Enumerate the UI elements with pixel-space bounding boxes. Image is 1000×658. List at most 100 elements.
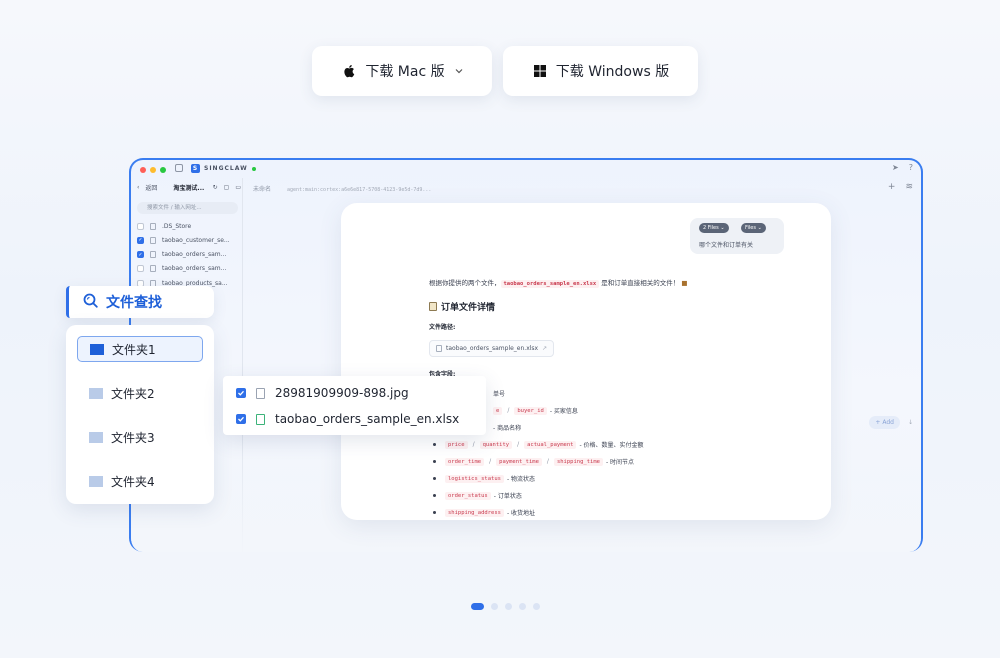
download-windows-label: 下载 Windows 版 <box>555 64 670 80</box>
sidebar-file-item[interactable]: ✓ taobao_customer_se... <box>137 234 241 246</box>
brand-logo-icon: S <box>191 164 200 173</box>
field-description: - 买家信息 <box>549 408 578 415</box>
section-title: 订单文件详情 <box>429 300 495 313</box>
sidebar-toggle-icon[interactable] <box>175 164 183 172</box>
field-description: - 订单状态 <box>493 493 522 500</box>
search-icon <box>83 293 98 312</box>
pagination-dot[interactable] <box>471 603 484 610</box>
folder-item[interactable]: 文件夹3 <box>77 424 203 450</box>
brand-name: SINGCLAW <box>204 165 248 172</box>
floating-actions: + Add ↓ <box>869 416 913 429</box>
selected-file-item[interactable]: 28981909909-898.jpg <box>236 385 409 401</box>
folder-title: 淘宝测试... <box>173 185 205 192</box>
path-label: 文件路径: <box>429 324 456 331</box>
pagination-dot[interactable] <box>519 603 526 610</box>
field-list-item: order_status - 订单状态 <box>433 491 522 500</box>
pagination-dot[interactable] <box>491 603 498 610</box>
user-question: 哪个文件和订单有关 <box>699 242 754 249</box>
selected-file-name: 28981909909-898.jpg <box>275 386 409 400</box>
back-chevron-icon[interactable]: ‹ <box>137 184 139 191</box>
file-checkbox[interactable] <box>137 222 144 230</box>
file-checkbox[interactable]: ✓ <box>137 236 144 244</box>
close-window-icon[interactable] <box>140 167 146 173</box>
apple-icon <box>341 63 357 79</box>
add-button[interactable]: + Add <box>869 416 900 429</box>
field-code: price <box>445 440 468 449</box>
attached-files-chip[interactable]: 2 Files ⌄ <box>699 223 729 233</box>
maximize-window-icon[interactable] <box>160 167 166 173</box>
layers-icon[interactable]: ≋ <box>905 182 913 192</box>
field-list-item: order_time / payment_time / shipping_time - 时… <box>433 457 634 466</box>
files-chip[interactable]: Files ⌄ <box>741 223 766 233</box>
field-description: - 商品名称 <box>493 425 522 432</box>
folder-name: 文件夹2 <box>111 386 155 401</box>
windows-icon <box>532 63 548 79</box>
folder-item[interactable]: 文件夹1 <box>77 336 203 362</box>
field-code: logistics_status <box>445 474 504 483</box>
spreadsheet-file-icon <box>256 413 265 425</box>
file-search-label: 文件查找 <box>106 295 162 311</box>
selected-file-checkbox[interactable] <box>236 414 246 424</box>
folder-icon <box>90 343 104 355</box>
new-folder-icon[interactable]: ▭ <box>235 184 241 191</box>
brand: S SINGCLAW <box>191 164 256 173</box>
sidebar-file-item[interactable]: .DS_Store <box>137 220 241 232</box>
field-code: shipping_address <box>445 508 504 517</box>
selected-file-item[interactable]: taobao_orders_sample_en.xlsx <box>236 411 459 427</box>
main-header-actions: + ≋ <box>888 182 913 192</box>
field-code: quantity <box>479 440 513 449</box>
file-icon <box>150 222 156 230</box>
file-icon <box>150 251 156 259</box>
selected-file-checkbox[interactable] <box>236 388 246 398</box>
folder-item[interactable]: 文件夹2 <box>77 380 203 406</box>
field-code: e <box>493 406 503 415</box>
agent-id: agent:main:cortex:a6e6e817-5708-4123-9e5… <box>286 187 432 193</box>
tab-title[interactable]: 未命名 <box>253 186 271 193</box>
pagination-dot[interactable] <box>505 603 512 610</box>
add-tab-icon[interactable]: + <box>888 182 896 192</box>
field-description: 单号 <box>493 391 506 398</box>
folder-item[interactable]: 文件夹4 <box>77 468 203 494</box>
back-button[interactable]: 返回 <box>145 183 157 192</box>
folder-name: 文件夹1 <box>112 342 156 357</box>
reply-intro: 根据你提供的两个文件， taobao_orders_sample_en.xlsx … <box>429 279 688 288</box>
field-list-item: - 商品名称 <box>481 423 521 432</box>
field-code: buyer_id <box>514 406 547 415</box>
folder-icon <box>89 431 103 443</box>
reply-file-code: taobao_orders_sample_en.xlsx <box>500 280 600 288</box>
package-icon: ■ <box>681 279 688 287</box>
scroll-down-icon[interactable]: ↓ <box>908 419 913 426</box>
sidebar-search-input[interactable]: 搜索文件 / 输入网址... <box>137 202 238 214</box>
folder-name: 文件夹3 <box>111 430 155 445</box>
sidebar-file-name: .DS_Store <box>162 222 192 230</box>
field-list-item: e / buyer_id - 买家信息 <box>481 406 578 415</box>
sidebar-file-item[interactable]: ✓ taobao_orders_sam... <box>137 249 241 261</box>
sidebar-file-name: taobao_orders_sam... <box>162 265 227 273</box>
chat-card: 2 Files ⌄ Files ⌄ 哪个文件和订单有关 根据你提供的两个文件， t… <box>341 203 831 520</box>
new-file-icon[interactable]: ▢ <box>224 184 230 191</box>
refresh-icon[interactable]: ↻ <box>213 184 218 191</box>
sidebar-file-name: taobao_orders_sam... <box>162 251 227 259</box>
field-description: - 收货地址 <box>506 510 536 517</box>
file-checkbox[interactable] <box>137 265 144 273</box>
file-checkbox[interactable]: ✓ <box>137 251 144 259</box>
download-windows-button[interactable]: 下载 Windows 版 <box>503 46 698 96</box>
minimize-window-icon[interactable] <box>150 167 156 173</box>
field-list-item: price / quantity / actual_payment - 价格、数量、实付金… <box>433 440 644 449</box>
image-file-icon <box>256 387 265 399</box>
help-icon[interactable]: ? <box>909 163 913 172</box>
file-icon <box>436 345 442 352</box>
field-code: order_status <box>445 491 491 500</box>
online-status-icon <box>251 166 256 171</box>
file-search-tab[interactable]: 文件查找 <box>66 286 214 318</box>
folder-icon <box>89 475 103 487</box>
pagination-dot[interactable] <box>533 603 540 610</box>
file-icon <box>150 265 156 273</box>
path-file-chip[interactable]: taobao_orders_sample_en.xlsx ↗ <box>429 340 555 357</box>
download-mac-button[interactable]: 下载 Mac 版 <box>312 46 492 96</box>
folder-name: 文件夹4 <box>111 474 155 489</box>
field-description: - 价格、数量、实付金额 <box>579 442 644 449</box>
sidebar-file-item[interactable]: taobao_orders_sam... <box>137 263 241 275</box>
folder-panel: 文件夹1 文件夹2 文件夹3 文件夹4 <box>66 325 214 504</box>
send-icon[interactable]: ➤ <box>892 163 899 172</box>
